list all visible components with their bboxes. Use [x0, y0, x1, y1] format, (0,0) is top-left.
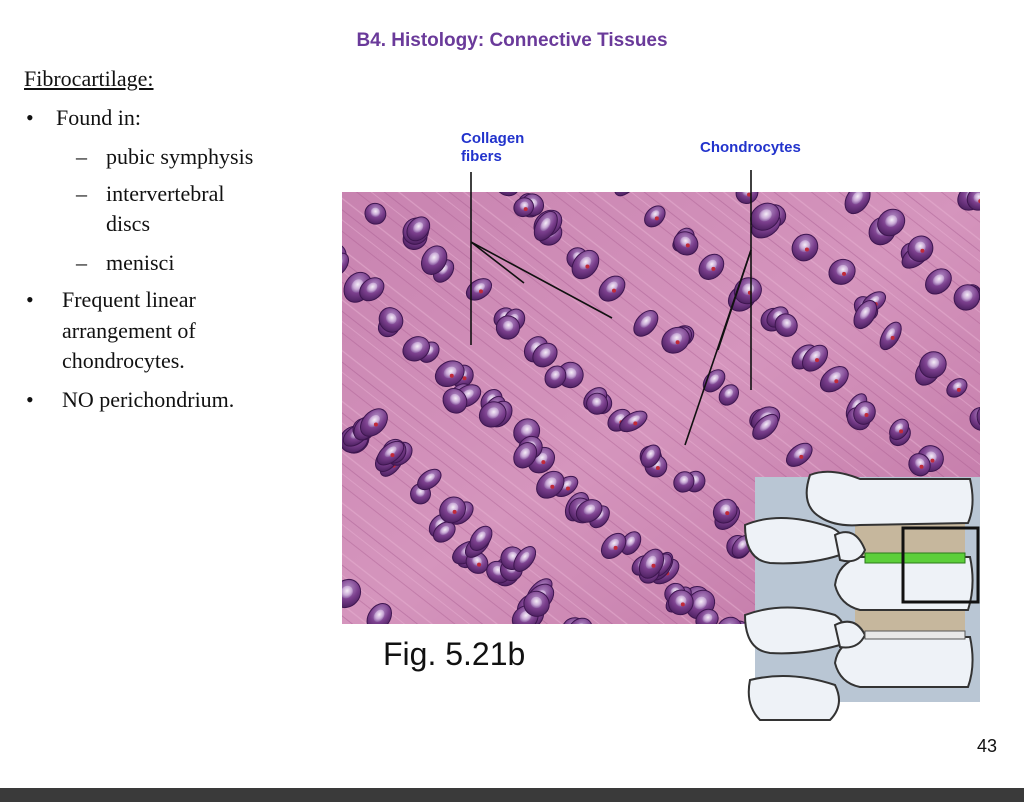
section-heading: Fibrocartilage: [24, 66, 154, 91]
label-chondrocytes: Chondrocytes [700, 139, 801, 156]
label-collagen-line2: fibers [461, 148, 502, 165]
sub-bullet-menisci: menisci [106, 250, 175, 275]
bullet-no-perichondrium: NO perichondrium. [62, 387, 235, 412]
bullet-linear-line1: Frequent linear [62, 287, 196, 312]
sub-bullet-intervertebral: intervertebral [106, 181, 225, 206]
dash-marker: – [76, 181, 87, 206]
bullet-marker: • [26, 105, 34, 130]
bullet-found-in: Found in: [56, 105, 141, 130]
figure-caption: Fig. 5.21b [383, 636, 526, 672]
sub-bullet-pubic-symphysis: pubic symphysis [106, 144, 254, 169]
sub-bullet-discs: discs [106, 211, 150, 236]
bullet-linear-line3: chondrocytes. [62, 348, 185, 373]
slide-title: B4. Histology: Connective Tissues [356, 30, 668, 51]
page-number: 43 [977, 736, 998, 756]
dash-marker: – [76, 144, 87, 169]
viewer-bottom-bar [0, 788, 1024, 802]
bullet-marker: • [26, 387, 34, 412]
slide: B4. Histology: Connective Tissues Fibroc… [0, 0, 1024, 788]
label-collagen-line1: Collagen [461, 130, 525, 147]
bullet-marker: • [26, 287, 34, 312]
spine-illustration [743, 470, 980, 721]
dash-marker: – [76, 250, 87, 275]
bullet-linear-line2: arrangement of [62, 318, 196, 343]
